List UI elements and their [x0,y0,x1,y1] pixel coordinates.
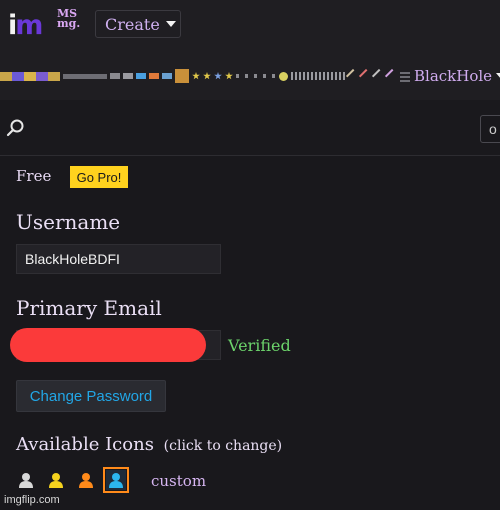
chevron-down-icon [165,21,176,27]
top-header: im MS mg. Create BlackHole [0,0,500,100]
star-icon [203,72,211,80]
user-icon-blue-selected[interactable] [103,467,129,493]
search-input[interactable]: o [480,115,500,143]
star-icon [192,72,200,80]
stars-icon [63,73,107,79]
logo-letter-m: m [15,10,43,41]
search-icon[interactable] [6,118,26,138]
create-button[interactable]: Create [95,10,181,38]
available-icons-heading: Available Icons (click to change) [16,434,282,455]
custom-icon-link[interactable]: custom [151,472,206,490]
user-icon-gray[interactable] [16,470,36,490]
crown-icon [149,73,159,79]
grid-icon [400,70,410,82]
badge-icon [175,69,189,83]
icon-choices [16,467,129,493]
chevron-down-icon [496,73,500,79]
search-bar [0,100,500,156]
go-pro-button[interactable]: Go Pro! [70,166,128,188]
star-icon [214,72,222,80]
crown-icon [136,73,146,79]
username-field[interactable]: BlackHoleBDFI [16,244,221,274]
imgflip-logo[interactable]: im [8,10,43,41]
stars-icon [0,71,60,81]
dots-icon [236,74,276,78]
user-menu-label: BlackHole [414,67,493,85]
available-icons-hint: (click to change) [163,438,283,454]
binary-icon [291,72,345,80]
crown-icon [123,73,133,79]
star-icon [225,72,233,80]
username-label: Username [16,210,121,234]
ms-mg-logo[interactable]: MS mg. [57,8,85,39]
email-redaction [10,328,206,362]
page: im MS mg. Create BlackHole o Free Go Pro… [0,0,500,510]
user-icon-yellow[interactable] [46,470,66,490]
change-password-button[interactable]: Change Password [16,380,166,412]
crown-icon [110,73,120,79]
imgflip-watermark: imgflip.com [4,494,60,506]
sun-icon [279,71,288,81]
user-menu[interactable]: BlackHole [414,66,500,86]
crown-icon [162,73,172,79]
pinned-icons-strip[interactable] [0,66,410,86]
user-icon-orange[interactable] [76,470,96,490]
primary-email-label: Primary Email [16,296,162,320]
plan-label: Free [16,167,52,185]
create-button-label: Create [105,14,160,34]
arrow-icon [384,68,400,84]
verified-badge: Verified [228,336,291,355]
available-icons-title: Available Icons [16,434,154,455]
